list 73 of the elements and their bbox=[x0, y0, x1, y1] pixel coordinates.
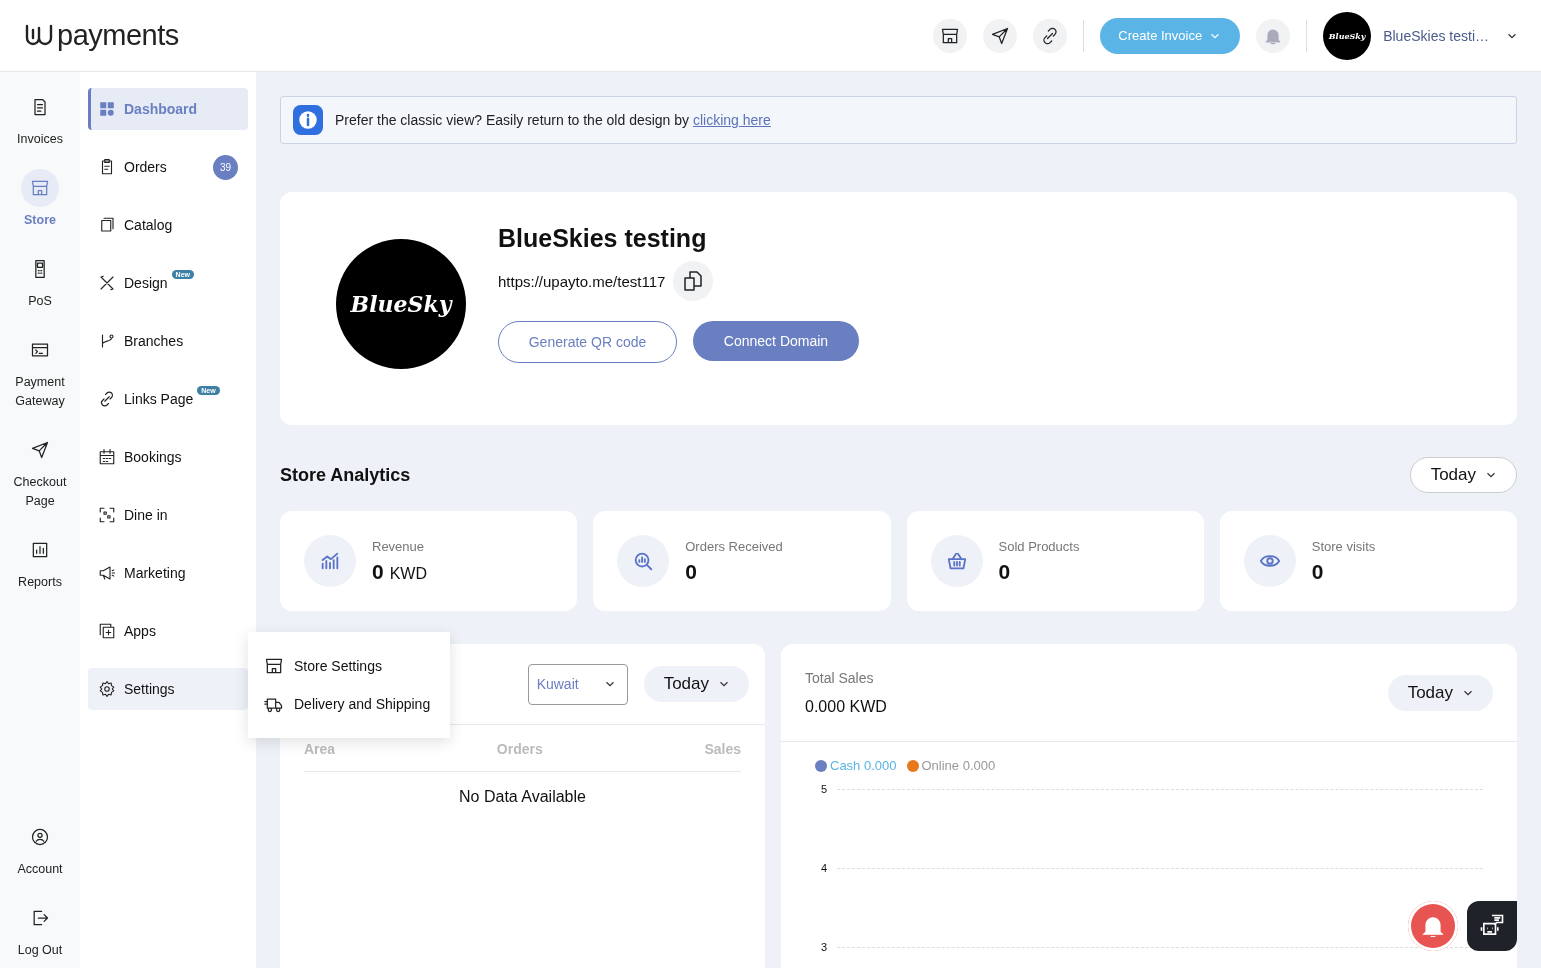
stat-label: Orders Received bbox=[685, 538, 783, 554]
link-icon[interactable] bbox=[1033, 18, 1068, 53]
column-header: Sales bbox=[704, 741, 741, 757]
section-title: Store Analytics bbox=[280, 464, 411, 486]
cards-icon bbox=[98, 216, 116, 234]
rail-item[interactable]: Log Out bbox=[2, 899, 78, 960]
menu-item[interactable]: Orders 39 bbox=[88, 146, 248, 188]
axis-tick-label: 5 bbox=[821, 783, 829, 795]
popup-menu-item[interactable]: Delivery and Shipping bbox=[264, 694, 432, 714]
send-icon[interactable] bbox=[983, 18, 1018, 53]
connect-domain-button[interactable]: Connect Domain bbox=[693, 321, 859, 361]
gear-icon bbox=[98, 680, 116, 698]
sales-total: 0.000 KWD bbox=[805, 697, 887, 716]
send-icon bbox=[30, 440, 50, 460]
country-select[interactable]: Kuwait bbox=[527, 663, 628, 705]
stat-label: Store visits bbox=[1311, 538, 1376, 554]
rail-item[interactable]: Payment Gateway bbox=[2, 331, 78, 411]
rail-item[interactable]: Reports bbox=[2, 531, 78, 592]
generate-qr-button[interactable]: Generate QR code bbox=[498, 321, 677, 363]
chat-bot-button[interactable] bbox=[1467, 901, 1517, 951]
info-icon bbox=[293, 105, 323, 135]
account-avatar[interactable]: BlueSky bbox=[1323, 11, 1372, 60]
store-logo: BlueSky bbox=[336, 238, 466, 369]
menu-item[interactable]: Catalog bbox=[88, 204, 248, 246]
rail-item[interactable]: PoS bbox=[2, 250, 78, 311]
menu-item[interactable]: Marketing bbox=[88, 552, 248, 594]
chart-icon bbox=[319, 550, 341, 572]
column-header: Area bbox=[304, 741, 336, 757]
store-icon bbox=[264, 656, 284, 676]
stat-value: 0 bbox=[998, 559, 1011, 584]
period-dropdown[interactable]: Today bbox=[1387, 674, 1493, 711]
menu-item[interactable]: Settings bbox=[88, 668, 248, 710]
column-header: Orders bbox=[496, 741, 543, 757]
account-name[interactable]: BlueSkies testi… bbox=[1383, 27, 1489, 44]
stat-value: 0 bbox=[685, 559, 697, 584]
rail-item[interactable]: Checkout Page bbox=[2, 431, 78, 511]
bar-chart-icon bbox=[30, 540, 50, 560]
store-url: https://upayto.me/test117 bbox=[498, 272, 666, 290]
stat-label: Sold Products bbox=[998, 538, 1080, 554]
copy-icon[interactable] bbox=[673, 261, 714, 301]
classic-view-link[interactable]: clicking here bbox=[692, 112, 771, 128]
rail-item[interactable]: Store bbox=[2, 169, 78, 230]
stat-value: 0 bbox=[372, 559, 384, 584]
popup-menu-item[interactable]: Store Settings bbox=[264, 656, 432, 676]
apps-icon bbox=[98, 622, 116, 640]
rail-item[interactable]: Invoices bbox=[2, 88, 78, 149]
link-icon bbox=[98, 390, 116, 408]
sales-title: Total Sales bbox=[805, 669, 875, 686]
rail-item[interactable]: Account bbox=[2, 818, 78, 879]
menu-item[interactable]: Apps bbox=[88, 610, 248, 652]
menu-item[interactable]: Branches bbox=[88, 320, 248, 362]
period-dropdown[interactable]: Today bbox=[643, 666, 749, 702]
magnifier-chart-icon bbox=[632, 550, 655, 572]
grid-icon bbox=[98, 100, 116, 118]
store-icon bbox=[30, 178, 50, 198]
basket-icon bbox=[945, 550, 968, 572]
axis-tick-label: 3 bbox=[821, 941, 829, 953]
stat-label: Revenue bbox=[372, 538, 426, 554]
store-name: BlueSkies testing bbox=[498, 224, 708, 253]
megaphone-icon bbox=[98, 564, 116, 582]
count-badge: 39 bbox=[213, 154, 238, 180]
store-icon[interactable] bbox=[933, 18, 968, 53]
menu-item[interactable]: Bookings bbox=[88, 436, 248, 478]
period-dropdown[interactable]: Today bbox=[1409, 457, 1517, 493]
menu-item[interactable]: Dine in bbox=[88, 494, 248, 536]
axis-tick-label: 4 bbox=[821, 862, 829, 874]
stat-unit: KWD bbox=[389, 564, 427, 583]
calendar-icon bbox=[98, 448, 116, 466]
scan-icon bbox=[98, 506, 116, 524]
stat-value: 0 bbox=[1311, 559, 1324, 584]
banner-text: Prefer the classic view? Easily return to the old design by clicking here bbox=[335, 112, 771, 128]
empty-message: No Data Available bbox=[458, 788, 587, 806]
logo-text: payments bbox=[57, 19, 179, 52]
